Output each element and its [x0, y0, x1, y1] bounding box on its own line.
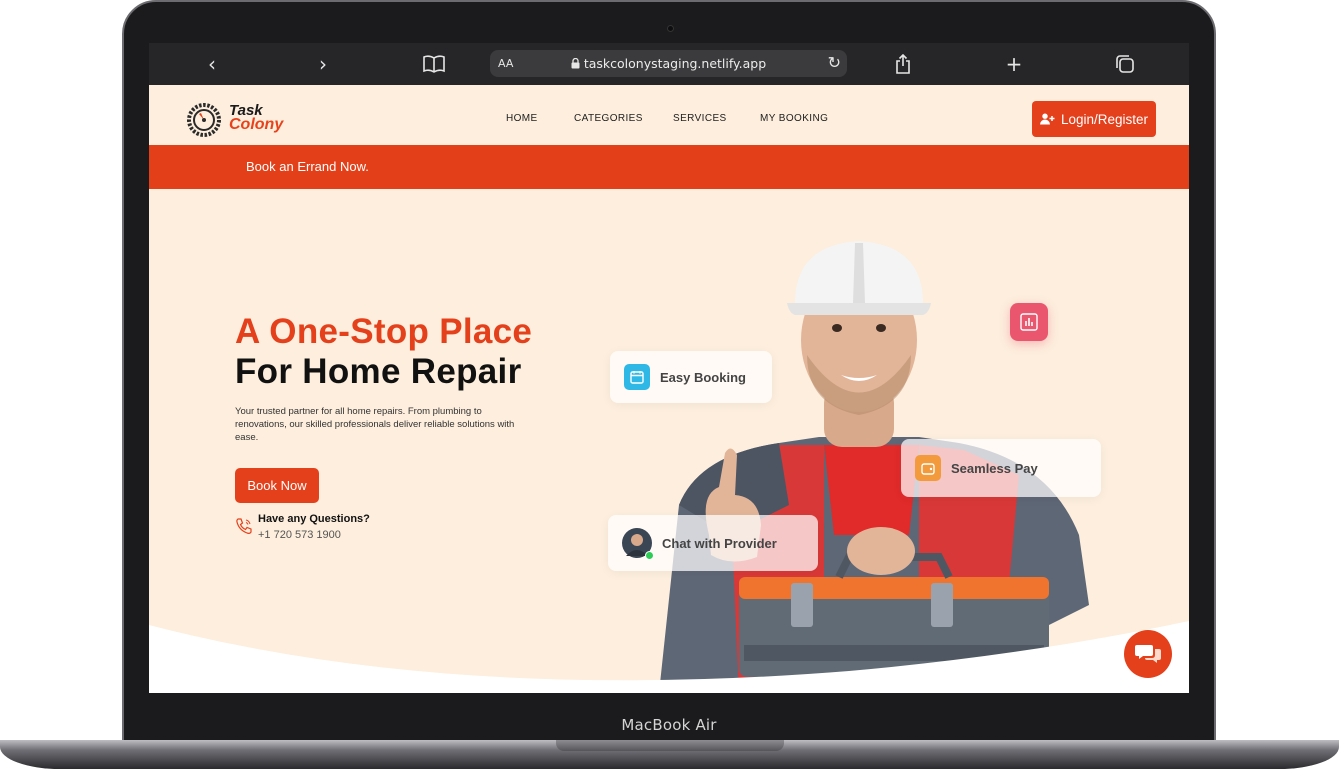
- phone-icon: [236, 518, 252, 534]
- url-text: taskcolonystaging.netlify.app: [583, 56, 767, 71]
- laptop-mockup: ‹ › AA taskcolonystaging.netlify.app ↻ +: [0, 0, 1339, 769]
- login-register-button[interactable]: Login/Register: [1032, 101, 1156, 137]
- easy-booking-label: Easy Booking: [660, 369, 746, 385]
- nav-my-booking[interactable]: MY BOOKING: [760, 113, 828, 124]
- questions-label: Have any Questions?: [258, 513, 370, 525]
- logo-text-colony: Colony: [229, 116, 284, 133]
- nav-home[interactable]: HOME: [506, 113, 538, 124]
- seamless-pay-label: Seamless Pay: [951, 460, 1038, 476]
- device-label: MacBook Air: [621, 716, 717, 734]
- camera-icon: [667, 25, 674, 32]
- chat-provider-label: Chat with Provider: [662, 535, 777, 551]
- nav-categories[interactable]: CATEGORIES: [574, 113, 643, 124]
- online-status-dot: [645, 551, 654, 560]
- chat-provider-badge: Chat with Provider: [608, 515, 818, 571]
- laptop-notch: [556, 740, 784, 751]
- lock-icon: [571, 56, 584, 71]
- website: Task Colony HOME CATEGORIES SERVICES MY …: [149, 85, 1189, 693]
- easy-booking-badge: Easy Booking: [610, 351, 772, 403]
- chart-stat-icon: [1010, 303, 1048, 341]
- hero-description: Your trusted partner for all home repair…: [235, 406, 515, 443]
- chevron-left-icon[interactable]: ‹: [199, 51, 225, 77]
- address-bar[interactable]: AA taskcolonystaging.netlify.app ↻: [490, 50, 847, 77]
- nav-services[interactable]: SERVICES: [673, 113, 727, 124]
- book-now-button[interactable]: Book Now: [235, 468, 319, 503]
- contact-phone[interactable]: +1 720 573 1900: [258, 529, 341, 541]
- wallet-icon: [915, 455, 941, 481]
- add-user-icon: [1039, 113, 1055, 125]
- chat-bubbles-icon: [1135, 645, 1161, 663]
- site-header: Task Colony HOME CATEGORIES SERVICES MY …: [149, 85, 1189, 145]
- provider-avatar: [622, 528, 654, 560]
- book-icon[interactable]: [421, 51, 447, 77]
- seamless-pay-badge: Seamless Pay: [901, 439, 1101, 497]
- hero-title-line1: A One-Stop Place: [235, 312, 533, 351]
- screen: ‹ › AA taskcolonystaging.netlify.app ↻ +: [149, 43, 1189, 693]
- reload-icon[interactable]: ↻: [828, 53, 841, 73]
- promo-text[interactable]: Book an Errand Now.: [246, 159, 369, 174]
- url-field[interactable]: taskcolonystaging.netlify.app: [490, 56, 847, 71]
- hero-title-line2: For Home Repair: [235, 352, 522, 391]
- share-icon[interactable]: [890, 51, 916, 77]
- tabs-icon[interactable]: [1112, 51, 1138, 77]
- plus-icon[interactable]: +: [1001, 51, 1027, 77]
- hero-wave: [149, 621, 1189, 693]
- logo-gear-icon: [187, 103, 221, 137]
- promo-banner: Book an Errand Now.: [149, 145, 1189, 189]
- calendar-icon: [624, 364, 650, 390]
- browser-toolbar: ‹ › AA taskcolonystaging.netlify.app ↻ +: [149, 43, 1189, 85]
- chat-fab-button[interactable]: [1124, 630, 1172, 678]
- chevron-right-icon[interactable]: ›: [310, 51, 336, 77]
- site-logo[interactable]: Task Colony: [187, 101, 297, 137]
- login-label: Login/Register: [1060, 111, 1149, 127]
